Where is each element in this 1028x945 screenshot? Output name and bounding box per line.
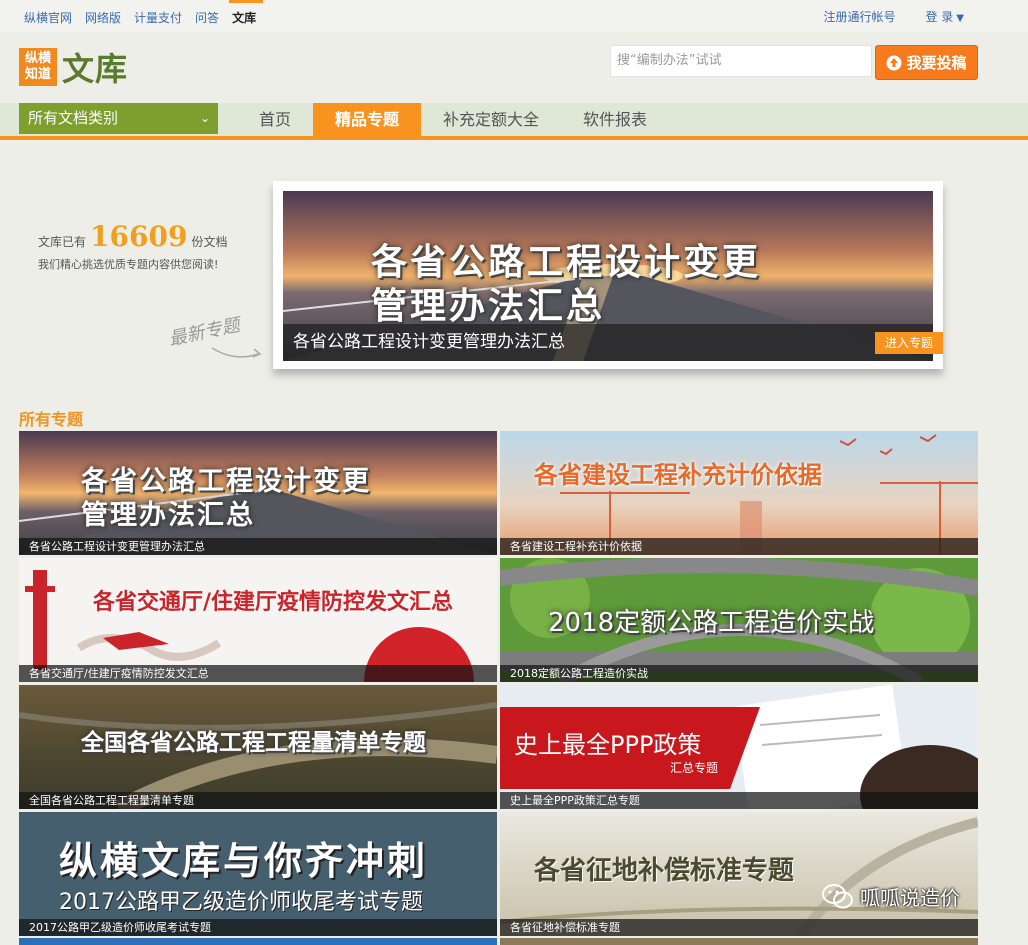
login-link[interactable]: 登 录 ▼ [925, 8, 964, 25]
card-banner-line1: 各省征地补偿标准专题 [534, 856, 795, 886]
caret-down-icon: ▼ [956, 13, 964, 24]
card-banner-line2: 2017公路甲乙级造价师收尾考试专题 [59, 890, 423, 915]
featured-caption: 各省公路工程设计变更管理办法汇总 [283, 324, 933, 361]
huabiao-pillar-image [19, 558, 497, 682]
logo-badge-line2: 知道 [24, 67, 51, 82]
featured-topic-banner[interactable]: 各省公路工程设计变更 管理办法汇总 各省公路工程设计变更管理办法汇总 [283, 191, 933, 361]
topic-card-design-change[interactable]: 各省公路工程设计变更 管理办法汇总 各省公路工程设计变更管理办法汇总 [19, 431, 497, 555]
stats-prefix: 文库已有 [38, 235, 87, 249]
stats-tagline: 我们精心挑选优质专题内容供您阅读! [38, 258, 219, 271]
top-links: 纵横官网 网络版 计量支付 问答 文库 [24, 9, 269, 26]
card-caption: 2017公路甲乙级造价师收尾考试专题 [19, 919, 497, 936]
top-link-network[interactable]: 网络版 [85, 9, 121, 26]
card-banner-line1: 纵横文库与你齐冲刺 [59, 839, 429, 883]
active-link-indicator [229, 0, 263, 3]
account-links: 注册通行帐号 登 录 ▼ [823, 8, 964, 25]
category-label: 所有文档类别 [28, 109, 119, 127]
construction-cranes-image [500, 431, 978, 555]
watermark-text: 呱呱说造价 [860, 886, 960, 910]
document-count: 16609 [90, 220, 188, 253]
nav-tabs: 首页 精品专题 补充定额大全 软件报表 [237, 103, 669, 136]
tab-software-reports[interactable]: 软件报表 [561, 103, 669, 136]
watermark: 呱呱说造价 [822, 882, 960, 911]
topic-card-2018-quota[interactable]: 2018定额公路工程造价实战 2018定额公路工程造价实战 [500, 558, 978, 682]
next-card-peek-right [500, 938, 978, 945]
library-stats: 文库已有 16609 份文档 我们精心挑选优质专题内容供您阅读! [38, 220, 227, 272]
card-caption: 史上最全PPP政策汇总专题 [500, 792, 978, 809]
upload-icon [886, 55, 902, 70]
top-link-payment[interactable]: 计量支付 [134, 9, 182, 26]
card-caption: 各省公路工程设计变更管理办法汇总 [19, 538, 497, 555]
next-row-peek [19, 938, 978, 945]
card-banner-line1: 各省交通厅/住建厅疫情防控发文汇总 [93, 590, 454, 615]
topic-card-ppp-policy[interactable]: 史上最全PPP政策 汇总专题 史上最全PPP政策汇总专题 [500, 685, 978, 809]
chevron-down-icon: ⌄ [199, 111, 210, 125]
topic-card-bill-of-quantities[interactable]: 全国各省公路工程工程量清单专题 全国各省公路工程工程量清单专题 [19, 685, 497, 809]
search-input[interactable]: 搜“编制办法”试试 [610, 45, 872, 77]
tab-supplementary-quotas[interactable]: 补充定额大全 [421, 103, 561, 136]
card-caption: 全国各省公路工程工程量清单专题 [19, 792, 497, 809]
card-banner-line1: 全国各省公路工程工程量清单专题 [81, 730, 426, 756]
card-banner-line1: 各省建设工程补充计价依据 [534, 461, 822, 489]
card-caption: 各省交通厅/住建厅疫情防控发文汇总 [19, 665, 497, 682]
card-caption: 2018定额公路工程造价实战 [500, 665, 978, 682]
topic-card-epidemic-documents[interactable]: 各省交通厅/住建厅疫情防控发文汇总 各省交通厅/住建厅疫情防控发文汇总 [19, 558, 497, 682]
logo-badge: 纵横 知道 [19, 48, 57, 86]
topic-grid: 各省公路工程设计变更 管理办法汇总 各省公路工程设计变更管理办法汇总 各省建设工… [19, 431, 978, 936]
tab-featured-topics[interactable]: 精品专题 [313, 103, 422, 136]
topic-card-2017-exam[interactable]: 纵横文库与你齐冲刺 2017公路甲乙级造价师收尾考试专题 2017公路甲乙级造价… [19, 812, 497, 936]
top-link-qa[interactable]: 问答 [195, 9, 219, 26]
top-link-official[interactable]: 纵横官网 [24, 9, 72, 26]
card-banner-line2: 管理办法汇总 [81, 500, 255, 531]
tab-home[interactable]: 首页 [237, 103, 313, 136]
logo-badge-line1: 纵横 [24, 51, 51, 66]
curved-arrow-icon [211, 347, 262, 358]
login-label: 登 录 [925, 10, 954, 24]
category-dropdown[interactable]: 所有文档类别 ⌄ [19, 103, 218, 134]
top-link-library[interactable]: 文库 [232, 9, 256, 26]
card-banner-line1: 史上最全PPP政策 [514, 731, 702, 759]
top-bar: 纵横官网 网络版 计量支付 问答 文库 注册通行帐号 登 录 ▼ [0, 0, 1028, 32]
upload-label: 我要投稿 [906, 54, 967, 72]
featured-banner-line2: 管理办法汇总 [371, 286, 606, 327]
card-banner-line1: 2018定额公路工程造价实战 [548, 608, 875, 638]
enter-topic-button[interactable]: 进入专题 [875, 332, 943, 354]
topic-card-construction-pricing[interactable]: 各省建设工程补充计价依据 各省建设工程补充计价依据 [500, 431, 978, 555]
site-logo[interactable]: 纵横 知道 文库 [19, 44, 128, 90]
card-caption: 各省建设工程补充计价依据 [500, 538, 978, 555]
topic-card-land-compensation[interactable]: 各省征地补偿标准专题 各省征地补偿标准专题 [500, 812, 978, 936]
upload-button[interactable]: 我要投稿 [875, 45, 978, 80]
wechat-icon [822, 883, 853, 908]
stats-suffix: 份文档 [191, 235, 228, 249]
card-banner-line2: 汇总专题 [670, 761, 719, 775]
all-topics-heading: 所有专题 [19, 410, 84, 429]
card-caption: 各省征地补偿标准专题 [500, 919, 978, 936]
logo-text: 文库 [62, 50, 129, 88]
next-card-peek-left [19, 938, 497, 945]
search-placeholder: 搜“编制办法”试试 [617, 53, 722, 68]
register-link[interactable]: 注册通行帐号 [823, 8, 895, 25]
